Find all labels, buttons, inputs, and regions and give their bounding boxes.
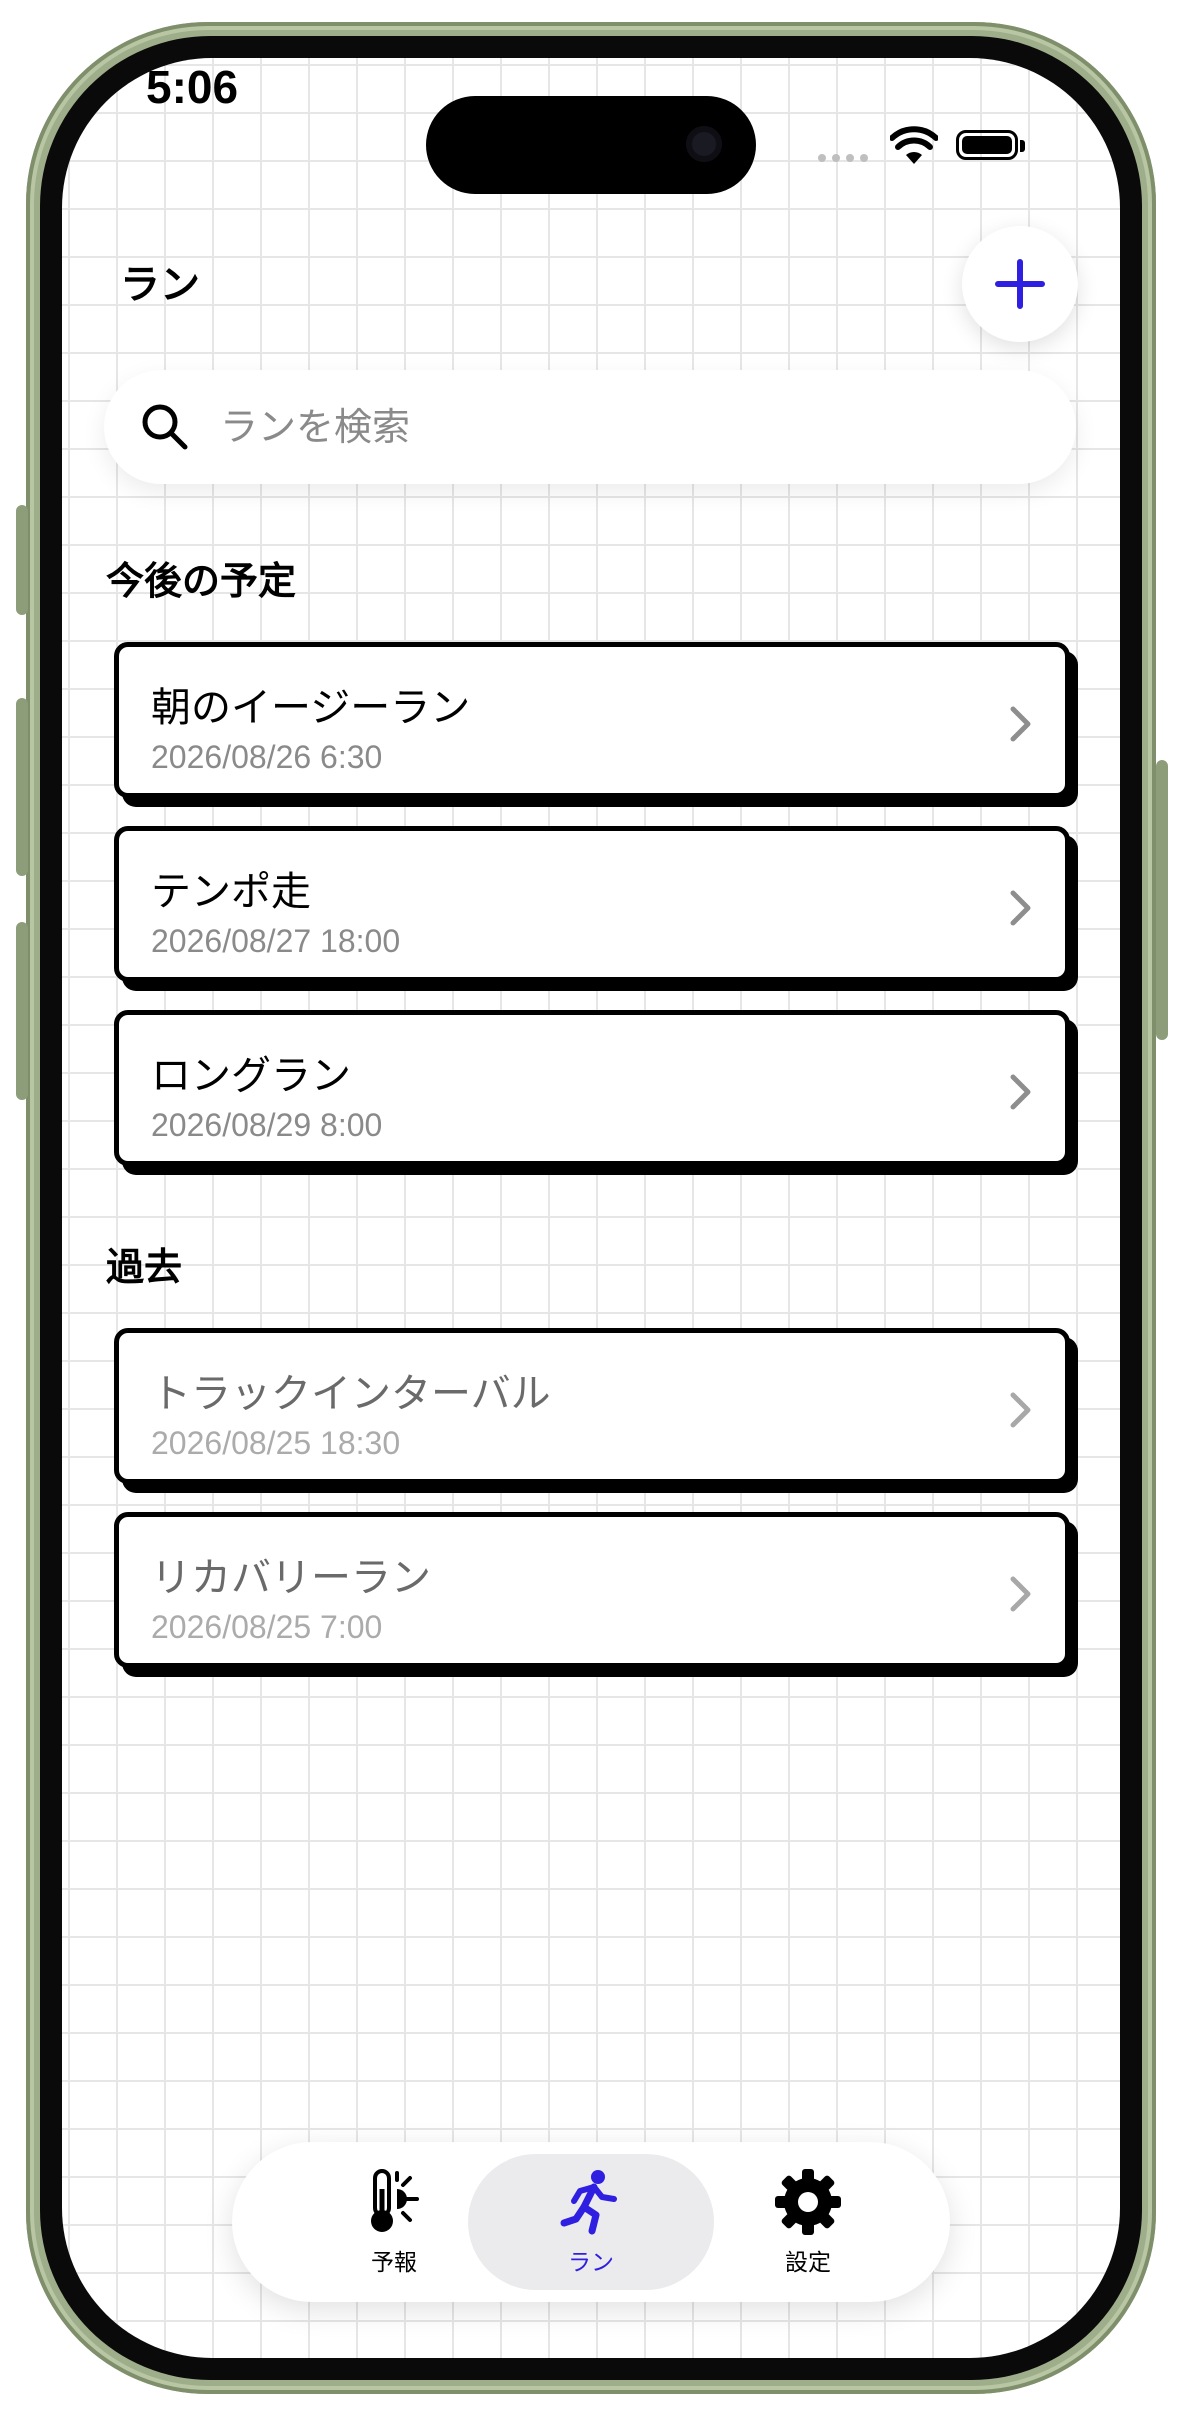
action-button [16, 505, 28, 615]
chevron-right-icon [1010, 1392, 1031, 1428]
device: 5:06 ラン 今後の予定 朝のイージーラン 2026/08/26 6:30 テ… [0, 0, 1184, 2420]
tab-run[interactable]: ラン [468, 2154, 714, 2290]
chevron-right-icon [1010, 1074, 1031, 1110]
tab-label: 予報 [371, 2250, 417, 2276]
battery-icon [956, 130, 1018, 160]
chevron-right-icon [1010, 1576, 1031, 1612]
run-card[interactable]: リカバリーラン 2026/08/25 7:00 [114, 1512, 1070, 1668]
run-card[interactable]: テンポ走 2026/08/27 18:00 [114, 826, 1070, 982]
wifi-icon [890, 126, 938, 164]
chevron-right-icon [1010, 890, 1031, 926]
run-datetime: 2026/08/29 8:00 [151, 1107, 383, 1143]
run-datetime: 2026/08/25 7:00 [151, 1609, 383, 1645]
thermometer-sun-icon [371, 2169, 419, 2232]
chevron-right-icon [1010, 706, 1031, 742]
status-time: 5:06 [146, 61, 239, 113]
tab-settings[interactable]: 設定 [698, 2154, 918, 2290]
add-run-button[interactable] [962, 226, 1078, 342]
dynamic-island [426, 96, 756, 194]
run-title: 朝のイージーラン [151, 685, 471, 731]
search-bar[interactable] [104, 370, 1076, 484]
run-datetime: 2026/08/25 18:30 [151, 1425, 401, 1461]
run-datetime: 2026/08/27 18:00 [151, 923, 401, 959]
tab-label: ラン [568, 2250, 614, 2276]
cellular-signal-icon [818, 154, 868, 162]
tab-bar: 予報 ラン 設定 [232, 2142, 950, 2302]
run-title: リカバリーラン [151, 1555, 431, 1601]
running-person-icon [560, 2170, 617, 2235]
search-icon [142, 404, 188, 450]
search-input[interactable] [218, 404, 1002, 450]
battery-tip [1020, 140, 1025, 152]
tab-label: 設定 [785, 2250, 831, 2276]
section-title-past: 過去 [106, 1245, 183, 1289]
section-title-upcoming: 今後の予定 [106, 559, 297, 603]
plus-icon [995, 259, 1045, 309]
run-title: トラックインターバル [151, 1371, 551, 1417]
run-card[interactable]: ロングラン 2026/08/29 8:00 [114, 1010, 1070, 1166]
volume-down-button [16, 922, 28, 1100]
volume-up-button [16, 698, 28, 876]
run-datetime: 2026/08/26 6:30 [151, 739, 383, 775]
power-button [1156, 760, 1168, 1040]
run-title: テンポ走 [151, 869, 311, 915]
run-card[interactable]: 朝のイージーラン 2026/08/26 6:30 [114, 642, 1070, 798]
page-title: ラン [120, 262, 200, 308]
front-camera [686, 126, 722, 162]
gear-icon [775, 2169, 841, 2235]
run-title: ロングラン [151, 1053, 351, 1099]
run-card[interactable]: トラックインターバル 2026/08/25 18:30 [114, 1328, 1070, 1484]
